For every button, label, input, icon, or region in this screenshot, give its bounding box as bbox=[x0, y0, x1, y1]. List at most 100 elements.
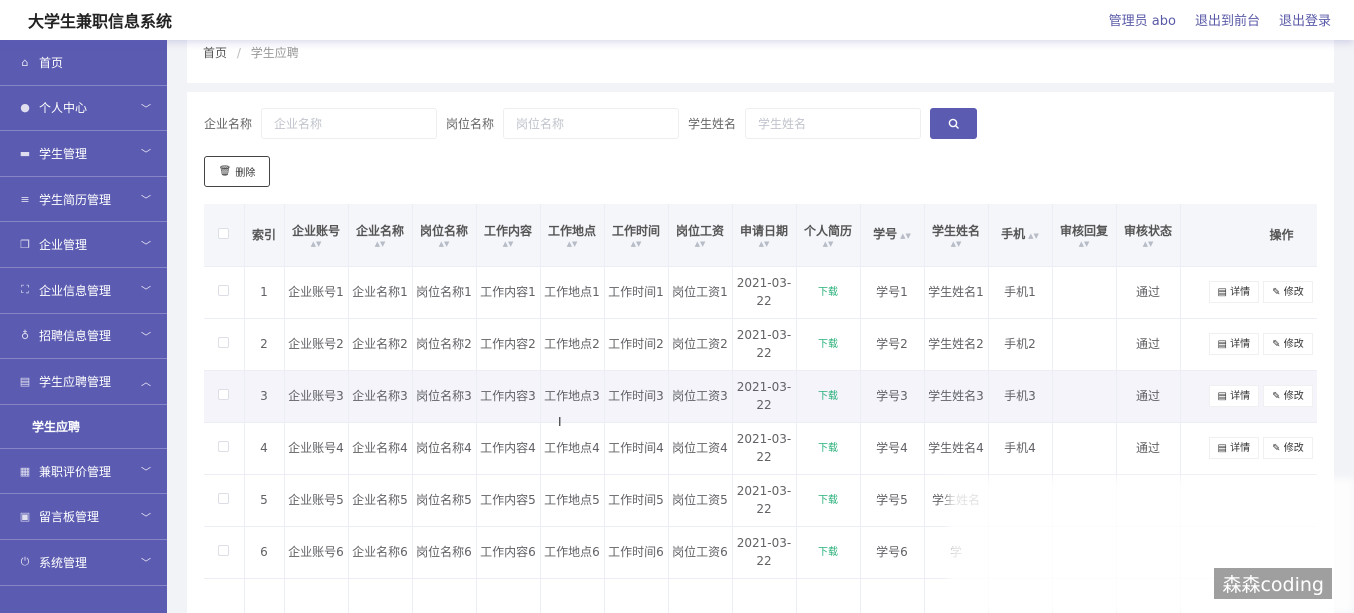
cell-student-no: 学号2 bbox=[860, 318, 925, 371]
sort-icon[interactable]: ▲▼ bbox=[349, 240, 412, 248]
sidebar-item-9[interactable]: ▣ 留言板管理 ﹀ bbox=[0, 494, 167, 540]
table-row[interactable]: 4 企业账号4 企业名称4 岗位名称4 工作内容4 工作地点4 工作时间4 岗位工资4 2021… bbox=[204, 422, 1317, 475]
cell-resume[interactable]: 下载 bbox=[796, 318, 861, 371]
select-all-checkbox[interactable] bbox=[218, 227, 230, 239]
breadcrumb-home[interactable]: 首页 bbox=[203, 46, 227, 60]
detail-button[interactable]: ▤ 详情 bbox=[1208, 333, 1260, 355]
col-salary[interactable]: 岗位工资 ▲▼ bbox=[668, 204, 733, 267]
cell-resume[interactable]: 下载 bbox=[796, 266, 861, 319]
col-time[interactable]: 工作时间 ▲▼ bbox=[604, 204, 669, 267]
col-company[interactable]: 企业名称 ▲▼ bbox=[348, 204, 413, 267]
sidebar-item-10[interactable]: ⏻ 系统管理 ﹀ bbox=[0, 540, 167, 586]
row-checkbox[interactable] bbox=[218, 337, 230, 348]
row-select-cell[interactable] bbox=[204, 526, 245, 579]
col-account[interactable]: 企业账号 ▲▼ bbox=[284, 204, 349, 267]
edit-button[interactable]: ✎ 修改 bbox=[1263, 385, 1313, 407]
sort-icon[interactable]: ▲▼ bbox=[1117, 240, 1180, 248]
sort-icon[interactable]: ▲▼ bbox=[1053, 240, 1116, 248]
row-checkbox[interactable] bbox=[218, 285, 230, 296]
col-phone[interactable]: 手机 ▲▼ bbox=[988, 204, 1053, 267]
sort-icon[interactable]: ▲▼ bbox=[477, 240, 540, 248]
table-row[interactable]: 1 企业账号1 企业名称1 岗位名称1 工作内容1 工作地点1 工作时间1 岗位工资1 2021… bbox=[204, 266, 1317, 319]
sort-icon[interactable]: ▲▼ bbox=[541, 240, 604, 248]
sidebar-item-0[interactable]: ⌂ 首页 bbox=[0, 40, 167, 86]
search-button[interactable] bbox=[930, 108, 978, 139]
col-status[interactable]: 审核状态 ▲▼ bbox=[1116, 204, 1181, 267]
logout-link[interactable]: 退出登录 bbox=[1279, 10, 1331, 29]
col-account-label: 企业账号 bbox=[291, 223, 340, 238]
sort-icon[interactable]: ▲▼ bbox=[925, 240, 988, 248]
cell-resume-value[interactable]: 下载 bbox=[818, 495, 838, 506]
cell-index: 6 bbox=[244, 526, 285, 579]
text-cursor-icon: I bbox=[558, 415, 562, 429]
sidebar-item-5[interactable]: ⛶ 企业信息管理 ﹀ bbox=[0, 268, 167, 314]
col-position[interactable]: 岗位名称 ▲▼ bbox=[412, 204, 477, 267]
cell-resume-value[interactable]: 下载 bbox=[818, 339, 838, 350]
row-select-cell[interactable] bbox=[204, 318, 245, 371]
col-student-no[interactable]: 学号 ▲▼ bbox=[860, 204, 925, 267]
submenu-item-student-apply[interactable]: 学生应聘 bbox=[0, 405, 167, 449]
table-row[interactable]: 3 企业账号3 企业名称3 岗位名称3 工作内容3 工作地点3 工作时间3 岗位工资3 2021… bbox=[204, 370, 1317, 423]
company-name-input[interactable] bbox=[261, 108, 438, 139]
cell-resume-value[interactable]: 下载 bbox=[818, 287, 838, 298]
sort-icon[interactable]: ▲▼ bbox=[285, 240, 348, 248]
row-checkbox[interactable] bbox=[218, 441, 230, 452]
row-checkbox[interactable] bbox=[218, 493, 230, 504]
cell-company: 企业名称3 bbox=[348, 370, 413, 423]
detail-button[interactable]: ▤ 详情 bbox=[1208, 281, 1260, 303]
col-reply[interactable]: 审核回复 ▲▼ bbox=[1052, 204, 1117, 267]
ops-cell: ▤ 详情 ✎ 修改 bbox=[1180, 370, 1317, 423]
sort-icon[interactable]: ▲▼ bbox=[413, 240, 476, 248]
sidebar-item-6[interactable]: ♁ 招聘信息管理 ﹀ bbox=[0, 314, 167, 360]
edit-button[interactable]: ✎ 修改 bbox=[1263, 333, 1313, 355]
sidebar-item-3[interactable]: ≡ 学生简历管理 ﹀ bbox=[0, 177, 167, 223]
sort-icon[interactable]: ▲▼ bbox=[733, 240, 796, 248]
cell-resume-value[interactable]: 下载 bbox=[818, 443, 838, 454]
sort-icon[interactable]: ▲▼ bbox=[797, 240, 860, 248]
row-select-cell[interactable] bbox=[204, 474, 245, 527]
select-all-header[interactable] bbox=[204, 204, 245, 267]
sidebar-item-1[interactable]: ● 个人中心 ﹀ bbox=[0, 86, 167, 132]
cell-resume[interactable]: 下载 bbox=[796, 474, 861, 527]
sidebar-item-8[interactable]: ▦ 兼职评价管理 ﹀ bbox=[0, 449, 167, 495]
col-place[interactable]: 工作地点 ▲▼ bbox=[540, 204, 605, 267]
cell-resume[interactable]: 下载 bbox=[796, 422, 861, 475]
admin-user-link[interactable]: 管理员 abo bbox=[1109, 10, 1176, 29]
cell-resume[interactable]: 下载 bbox=[796, 526, 861, 579]
col-content[interactable]: 工作内容 ▲▼ bbox=[476, 204, 541, 267]
sidebar-item-7[interactable]: ▤ 学生应聘管理 ︿ bbox=[0, 359, 167, 405]
cell-resume[interactable]: 下载 bbox=[796, 370, 861, 423]
edit-button[interactable]: ✎ 修改 bbox=[1263, 281, 1313, 303]
sort-icon[interactable]: ▲▼ bbox=[605, 240, 668, 248]
row-select-cell[interactable] bbox=[204, 370, 245, 423]
position-name-input[interactable] bbox=[503, 108, 680, 139]
cell-date-value: 2021-03-22 bbox=[736, 380, 792, 412]
cell-account: 企业账号4 bbox=[284, 422, 349, 475]
sidebar-item-2[interactable]: ▬ 学生管理 ﹀ bbox=[0, 131, 167, 177]
document-icon: ▤ bbox=[1217, 287, 1231, 298]
row-select-cell[interactable] bbox=[204, 266, 245, 319]
col-student-name[interactable]: 学生姓名 ▲▼ bbox=[924, 204, 989, 267]
col-date[interactable]: 申请日期 ▲▼ bbox=[732, 204, 797, 267]
student-name-input[interactable] bbox=[745, 108, 922, 139]
row-checkbox[interactable] bbox=[218, 545, 230, 556]
row-checkbox[interactable] bbox=[218, 389, 230, 400]
col-resume[interactable]: 个人简历 ▲▼ bbox=[796, 204, 861, 267]
delete-button[interactable]: 🗑 删除 bbox=[204, 156, 270, 187]
sort-icon[interactable]: ▲▼ bbox=[669, 240, 732, 248]
cell-resume-value[interactable]: 下载 bbox=[818, 391, 838, 402]
cell-account-value: 企业账号3 bbox=[288, 389, 344, 403]
trash-icon: 🗑 bbox=[218, 166, 232, 177]
sidebar-item-4[interactable]: ❐ 企业管理 ﹀ bbox=[0, 222, 167, 268]
company-name-label: 企业名称 bbox=[204, 117, 253, 131]
detail-button[interactable]: ▤ 详情 bbox=[1208, 385, 1260, 407]
back-to-front-link[interactable]: 退出到前台 bbox=[1195, 10, 1260, 29]
cell-resume-value[interactable]: 下载 bbox=[818, 547, 838, 558]
detail-button[interactable]: ▤ 详情 bbox=[1208, 437, 1260, 459]
row-select-cell[interactable] bbox=[204, 422, 245, 475]
edit-button[interactable]: ✎ 修改 bbox=[1263, 437, 1313, 459]
sort-icon[interactable]: ▲▼ bbox=[900, 232, 911, 240]
table-row[interactable]: 2 企业账号2 企业名称2 岗位名称2 工作内容2 工作地点2 工作时间2 岗位工资2 2021… bbox=[204, 318, 1317, 371]
sort-icon[interactable]: ▲▼ bbox=[1028, 232, 1039, 240]
cell-time-value: 工作时间4 bbox=[608, 441, 664, 455]
